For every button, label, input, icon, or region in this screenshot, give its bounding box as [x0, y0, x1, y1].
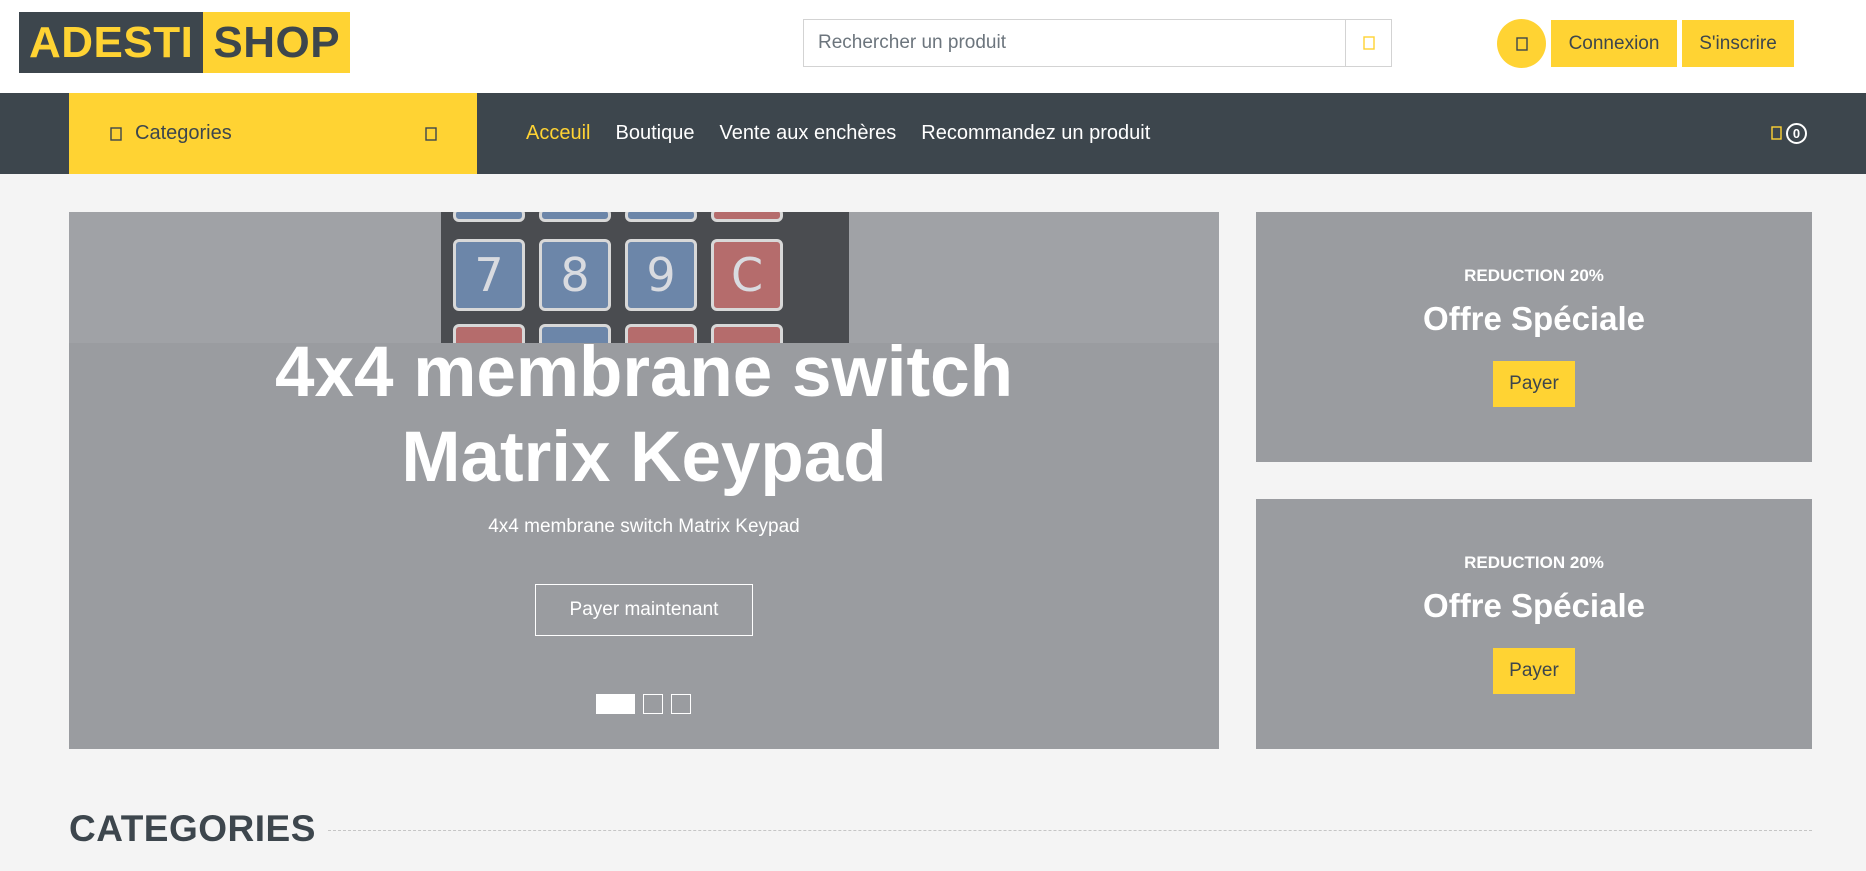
nav-link-recommend[interactable]: Recommandez un produit — [921, 122, 1150, 145]
top-header: ADESTI SHOP Connexion S'inscrire — [0, 0, 1866, 93]
offer-title: Offre Spéciale — [1423, 587, 1645, 624]
carousel-dot-1[interactable] — [596, 694, 635, 714]
carousel-title-line1: 4x4 membrane switch — [275, 333, 1013, 412]
section-divider — [328, 830, 1812, 831]
special-offer-card[interactable]: REDUCTION 20% Offre Spéciale Payer — [1256, 212, 1812, 462]
brand-logo[interactable]: ADESTI SHOP — [19, 12, 351, 73]
cart-icon — [1771, 126, 1782, 140]
special-offer-card[interactable]: REDUCTION 20% Offre Spéciale Payer — [1256, 499, 1812, 749]
pay-now-button[interactable]: Payer maintenant — [535, 584, 753, 636]
categories-section-title: CATEGORIES — [69, 808, 316, 849]
keypad-key — [625, 212, 697, 222]
logo-left-text: ADESTI — [19, 12, 204, 73]
categories-label: Categories — [135, 122, 232, 144]
nav-links: Acceuil Boutique Vente aux enchères Reco… — [526, 93, 1150, 174]
keypad-key — [711, 212, 783, 222]
keypad-key: 7 — [453, 239, 525, 311]
keypad-image: 7 8 9 C — [441, 212, 849, 343]
carousel-dot-3[interactable] — [671, 694, 691, 714]
cart-count-badge: 0 — [1786, 122, 1807, 144]
offer-reduction: REDUCTION 20% — [1464, 553, 1604, 572]
keypad-key — [539, 212, 611, 222]
logo-right-text: SHOP — [203, 12, 351, 73]
menu-bars-icon — [110, 126, 122, 141]
keypad-key: C — [711, 239, 783, 311]
offer-title: Offre Spéciale — [1423, 300, 1645, 337]
offer-pay-button[interactable]: Payer — [1493, 648, 1575, 694]
user-icon — [1515, 36, 1528, 51]
categories-dropdown[interactable]: Categories — [69, 93, 477, 174]
cart-button[interactable]: 0 — [1771, 121, 1807, 145]
search-icon — [1362, 36, 1375, 50]
offer-pay-button[interactable]: Payer — [1493, 361, 1575, 407]
offer-reduction: REDUCTION 20% — [1464, 266, 1604, 285]
main-navbar: Categories Acceuil Boutique Vente aux en… — [0, 93, 1866, 174]
register-button[interactable]: S'inscrire — [1682, 20, 1794, 67]
hero-carousel[interactable]: 7 8 9 C 4x4 membrane switch Matrix Keypa… — [69, 212, 1219, 749]
carousel-indicators — [596, 694, 691, 714]
carousel-image: 7 8 9 C — [69, 212, 1219, 343]
search-input[interactable] — [804, 20, 1345, 66]
keypad-key — [453, 212, 525, 222]
nav-link-home[interactable]: Acceuil — [526, 122, 590, 145]
carousel-title-line2: Matrix Keypad — [401, 418, 887, 497]
search-button[interactable] — [1345, 20, 1391, 66]
carousel-dot-2[interactable] — [643, 694, 663, 714]
chevron-down-icon — [425, 126, 437, 141]
keypad-key: 8 — [539, 239, 611, 311]
nav-link-auctions[interactable]: Vente aux enchères — [719, 122, 896, 145]
nav-link-shop[interactable]: Boutique — [615, 122, 694, 145]
keypad-key: 9 — [625, 239, 697, 311]
login-button[interactable]: Connexion — [1551, 20, 1677, 67]
user-account-button[interactable] — [1497, 19, 1546, 68]
carousel-title: 4x4 membrane switch Matrix Keypad — [69, 330, 1219, 500]
carousel-subtitle: 4x4 membrane switch Matrix Keypad — [488, 516, 800, 537]
search-bar — [803, 19, 1392, 67]
